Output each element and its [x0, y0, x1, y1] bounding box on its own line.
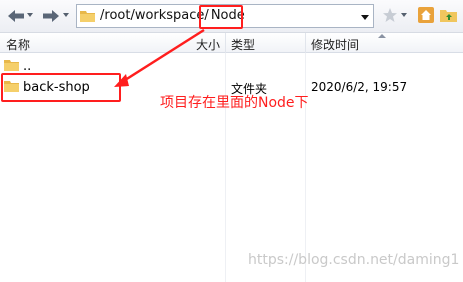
file-list-header: 名称 大小 类型 修改时间: [0, 33, 463, 53]
column-separator[interactable]: [305, 33, 306, 53]
highlight-box-node: [199, 5, 243, 29]
folder-up-button[interactable]: [440, 7, 458, 26]
folder-icon: [80, 11, 95, 22]
highlight-box-back-shop: [1, 73, 121, 102]
forward-history-chevron-icon[interactable]: [63, 13, 69, 17]
bookmark-chevron-icon[interactable]: [401, 13, 407, 17]
column-size[interactable]: 大小: [196, 36, 220, 53]
column-name[interactable]: 名称: [6, 36, 30, 53]
home-icon: [418, 7, 434, 23]
address-dropdown-icon[interactable]: [361, 15, 369, 20]
bookmark-button[interactable]: [382, 7, 398, 26]
forward-arrow-icon: [43, 10, 59, 22]
watermark: https://blog.csdn.net/daming1: [248, 252, 460, 268]
address-path-prefix: /root/workspace/: [100, 8, 209, 23]
list-item-modified: 2020/6/2, 19:57: [311, 80, 408, 94]
column-separator[interactable]: [225, 33, 226, 53]
sort-ascending-icon: [378, 34, 386, 38]
annotation-note: 项目存在里面的Node下: [160, 95, 309, 111]
folder-icon: [4, 60, 19, 71]
back-button[interactable]: [7, 7, 25, 25]
star-icon: [383, 8, 397, 22]
back-history-chevron-icon[interactable]: [27, 13, 33, 17]
home-button[interactable]: [418, 7, 434, 26]
folder-up-icon: [440, 10, 457, 22]
back-arrow-icon: [8, 10, 24, 22]
forward-button[interactable]: [42, 7, 60, 25]
column-modified[interactable]: 修改时间: [311, 36, 359, 53]
column-type[interactable]: 类型: [231, 36, 255, 53]
list-item-name: ..: [23, 59, 32, 74]
